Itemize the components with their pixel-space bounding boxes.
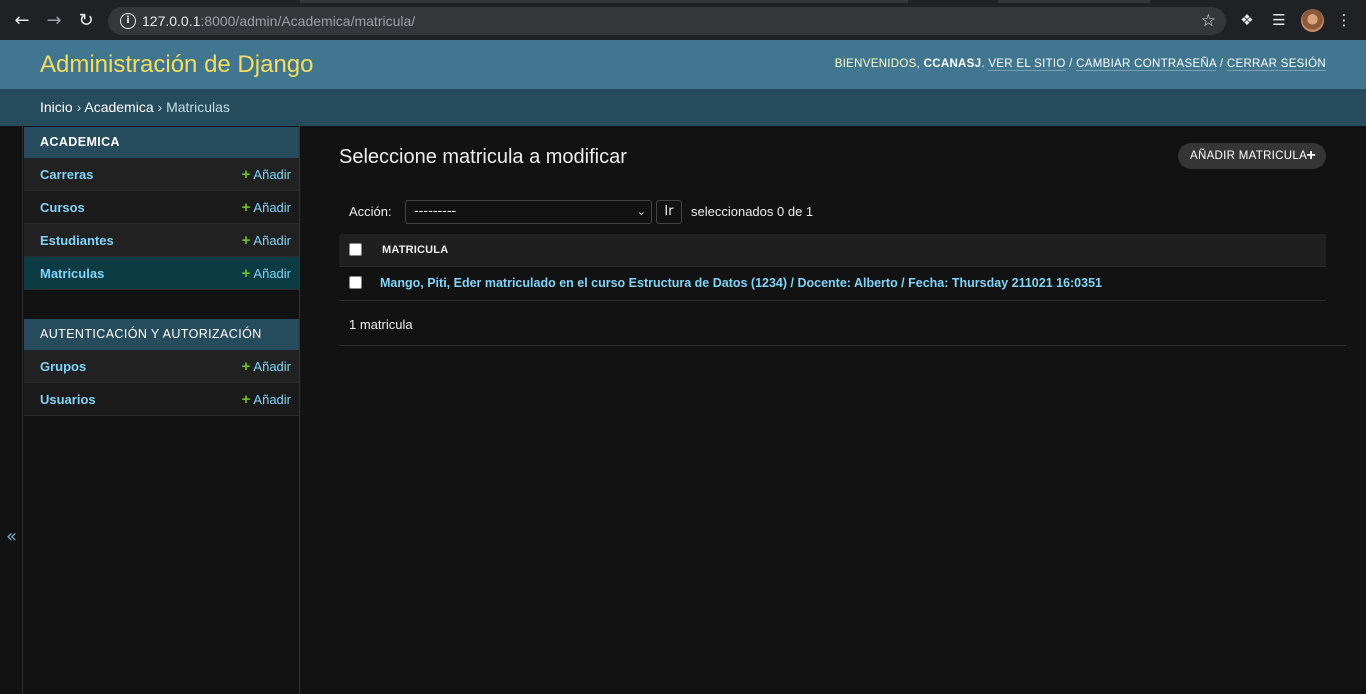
breadcrumb: Inicio › Academica › Matriculas xyxy=(0,89,1366,126)
welcome-text: BIENVENIDOS, xyxy=(834,58,921,70)
add-label[interactable]: Añadir xyxy=(253,200,291,215)
username: CCANASJ xyxy=(923,58,982,70)
tab-strip-segment xyxy=(0,0,300,3)
table-header: MATRICULA xyxy=(339,234,1326,267)
add-matricula-button[interactable]: AÑADIR MATRICULA + xyxy=(1178,143,1326,169)
logout-link[interactable]: CERRAR SESIÓN xyxy=(1226,58,1326,71)
row-checkbox[interactable] xyxy=(349,276,362,289)
breadcrumb-current: Matriculas xyxy=(166,99,230,115)
add-link[interactable]: + Añadir xyxy=(242,358,291,375)
url-text: 127.0.0.1:8000/admin/Academica/matricula… xyxy=(142,13,415,29)
add-label[interactable]: Añadir xyxy=(253,359,291,374)
module-caption[interactable]: ACADEMICA xyxy=(24,127,299,158)
sidebar-item-usuarios[interactable]: Usuarios + Añadir xyxy=(24,383,299,416)
chevron-down-icon: ⌄ xyxy=(636,205,646,218)
sidebar-item-label[interactable]: Cursos xyxy=(40,200,85,215)
tab-strip-segment xyxy=(908,0,998,3)
site-name[interactable]: Administración de Django xyxy=(40,51,313,79)
sidebar-item-carreras[interactable]: Carreras + Añadir xyxy=(24,158,299,191)
profile-avatar[interactable] xyxy=(1301,9,1324,32)
paginator: 1 matricula xyxy=(339,302,1346,346)
go-button[interactable]: Ir xyxy=(656,200,682,224)
sidebar-item-cursos[interactable]: Cursos + Añadir xyxy=(24,191,299,224)
add-label[interactable]: Añadir xyxy=(253,266,291,281)
forward-arrow-icon[interactable]: → xyxy=(41,8,67,34)
collapse-sidebar-icon[interactable]: « xyxy=(6,526,17,547)
user-tools: BIENVENIDOS, CCANASJ. VER EL SITIO / CAM… xyxy=(834,58,1326,71)
tab-strip xyxy=(0,0,1366,3)
sidebar-item-grupos[interactable]: Grupos + Añadir xyxy=(24,350,299,383)
admin-header: Administración de Django BIENVENIDOS, CC… xyxy=(0,40,1366,89)
more-menu-icon[interactable]: ⋮ xyxy=(1335,11,1353,29)
add-link[interactable]: + Añadir xyxy=(242,391,291,408)
plus-icon: + xyxy=(241,232,251,249)
address-bar[interactable]: i 127.0.0.1:8000/admin/Academica/matricu… xyxy=(108,7,1226,35)
add-button-label: AÑADIR MATRICULA xyxy=(1190,150,1308,162)
result-count: 1 matricula xyxy=(349,317,413,332)
sidebar-item-estudiantes[interactable]: Estudiantes + Añadir xyxy=(24,224,299,257)
add-link[interactable]: + Añadir xyxy=(242,232,291,249)
action-select[interactable]: --------- ⌄ xyxy=(405,200,652,224)
table-row: Mango, Piti, Eder matriculado en el curs… xyxy=(339,267,1326,301)
plus-icon: + xyxy=(241,166,251,183)
add-link[interactable]: + Añadir xyxy=(242,199,291,216)
sidebar-item-label[interactable]: Grupos xyxy=(40,359,86,374)
selection-counter: seleccionados 0 de 1 xyxy=(691,204,814,219)
sidebar-item-matriculas[interactable]: Matriculas + Añadir xyxy=(24,257,299,290)
row-link[interactable]: Mango, Piti, Eder matriculado en el curs… xyxy=(380,276,1102,290)
page-title: Seleccione matricula a modificar xyxy=(339,146,627,168)
sidebar-item-label[interactable]: Matriculas xyxy=(40,266,104,281)
action-selected-value: --------- xyxy=(414,204,457,219)
reload-icon[interactable]: ↻ xyxy=(73,8,99,34)
add-label[interactable]: Añadir xyxy=(253,233,291,248)
module-auth: AUTENTICACIÓN Y AUTORIZACIÓN Grupos + Aña… xyxy=(24,319,299,416)
media-queue-icon[interactable]: ☰ xyxy=(1270,11,1288,29)
change-password-link[interactable]: CAMBIAR CONTRASEÑA xyxy=(1076,58,1217,71)
add-link[interactable]: + Añadir xyxy=(242,166,291,183)
plus-icon: + xyxy=(241,358,251,375)
result-list-table: MATRICULA Mango, Piti, Eder matriculado … xyxy=(339,234,1326,301)
add-label[interactable]: Añadir xyxy=(253,392,291,407)
add-label[interactable]: Añadir xyxy=(253,167,291,182)
back-arrow-icon[interactable]: ← xyxy=(9,8,35,34)
breadcrumb-app[interactable]: Academica xyxy=(84,99,153,115)
action-label: Acción: xyxy=(349,204,392,219)
sidebar-item-label[interactable]: Carreras xyxy=(40,167,94,182)
view-site-link[interactable]: VER EL SITIO xyxy=(988,58,1066,71)
nav-sidebar: ACADEMICA Carreras + Añadir Cursos + Añadi… xyxy=(23,126,300,694)
bookmark-star-icon[interactable]: ☆ xyxy=(1201,11,1216,31)
sidebar-item-label[interactable]: Estudiantes xyxy=(40,233,114,248)
plus-icon: + xyxy=(241,265,251,282)
breadcrumb-home[interactable]: Inicio xyxy=(40,99,73,115)
browser-toolbar: ← → ↻ i 127.0.0.1:8000/admin/Academica/m… xyxy=(0,0,1366,40)
url-host: 127.0.0.1 xyxy=(142,13,201,29)
url-path: :8000/admin/Academica/matricula/ xyxy=(200,13,416,29)
plus-icon: + xyxy=(241,199,251,216)
module-caption[interactable]: AUTENTICACIÓN Y AUTORIZACIÓN xyxy=(24,319,299,350)
select-all-checkbox[interactable] xyxy=(349,243,362,256)
sidebar-toggle-strip: « xyxy=(0,126,23,694)
module-academica: ACADEMICA Carreras + Añadir Cursos + Añadi… xyxy=(24,127,299,290)
site-info-icon[interactable]: i xyxy=(120,13,136,29)
plus-icon: + xyxy=(241,391,251,408)
tab-strip-segment xyxy=(1150,0,1366,3)
add-link[interactable]: + Añadir xyxy=(242,265,291,282)
column-header-matricula[interactable]: MATRICULA xyxy=(382,244,448,256)
plus-icon: + xyxy=(1306,147,1316,164)
extensions-puzzle-icon[interactable]: ❖ xyxy=(1238,11,1256,29)
sidebar-item-label[interactable]: Usuarios xyxy=(40,392,96,407)
